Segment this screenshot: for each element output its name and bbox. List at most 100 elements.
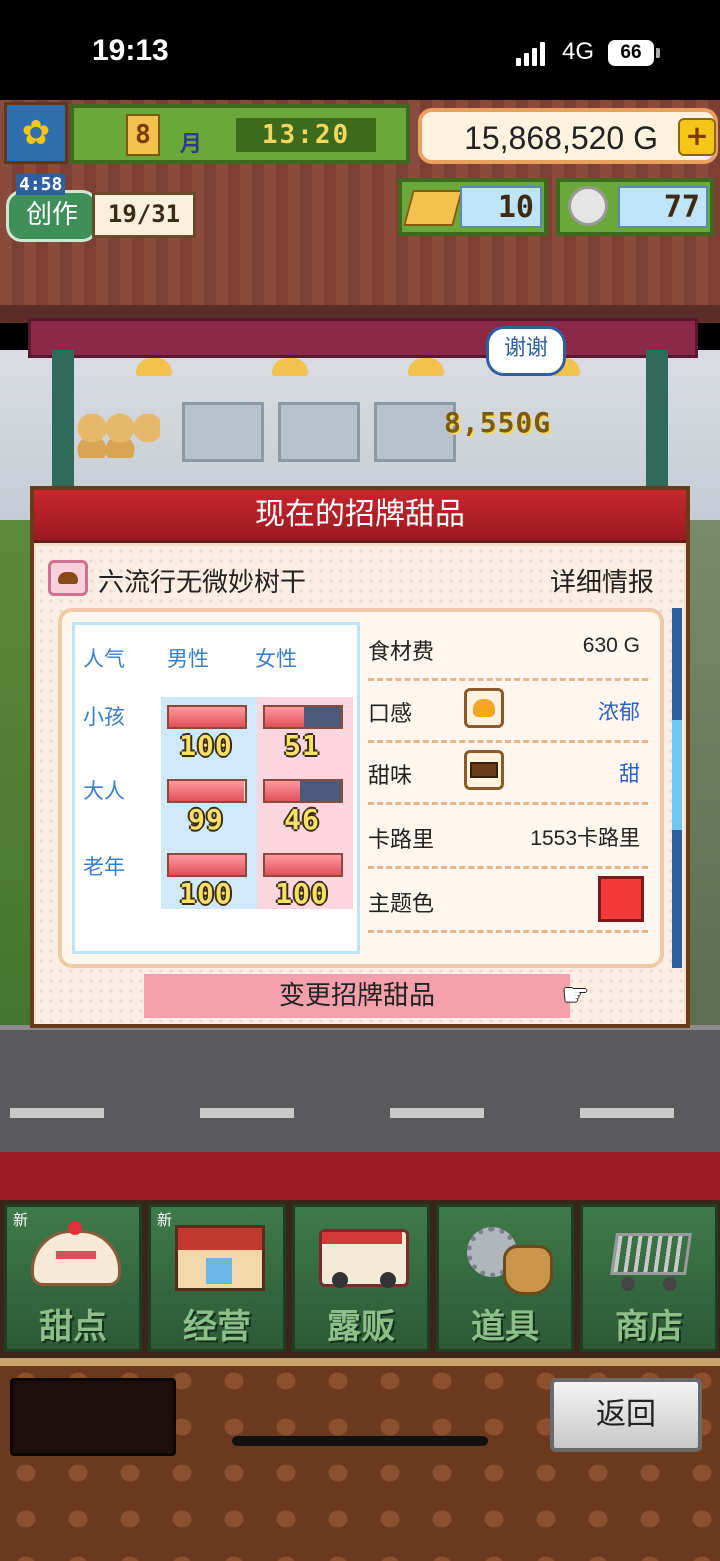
medal-count: 77 [618,186,708,228]
popularity-table: 人气 男性 女性 小孩 100 51 大人 99 46 老年 100 100 [72,622,360,954]
road-marking [200,1108,294,1118]
theme-color-row: 主题色 [368,872,648,933]
menu-store-button[interactable]: 商店 [580,1204,718,1352]
popularity-value: 99 [188,803,224,836]
status-bar: 19:13 4G 66 [0,0,720,100]
gold-bar-icon [403,190,463,226]
medal-counter[interactable]: 77 [556,178,714,236]
cake-icon [31,1221,121,1295]
menu-label: 甜点 [39,1307,107,1347]
month-number: 8 [126,114,160,156]
lamp-icon [136,358,172,376]
popularity-value: 46 [284,803,320,836]
gold-bar-count: 10 [460,186,542,228]
calorie-value: 1553卡路里 [530,827,640,850]
menu-street-stall-button[interactable]: 露贩 [292,1204,430,1352]
scroll-thumb[interactable] [672,720,682,830]
cost-row: 食材费 630 G [368,620,648,681]
network-type: 4G [562,38,595,65]
menu-management-button[interactable]: 新 经营 [148,1204,286,1352]
shopping-cart-icon [607,1221,697,1295]
create-timer: 4:58 [16,174,66,195]
calorie-row: 卡路里 1553卡路里 [368,808,648,869]
new-badge: 新 [157,1211,173,1229]
dialog-body: 六流行无微妙树干 详细情报 人气 男性 女性 小孩 100 51 大人 99 4… [36,546,684,1024]
dessert-name: 六流行无微妙树干 [98,568,307,598]
dessert-icon [48,560,88,596]
popularity-value: 100 [179,877,233,910]
change-signature-dessert-button[interactable]: 变更招牌甜品 [144,974,570,1018]
status-time: 19:13 [92,34,169,67]
gear-bag-icon [463,1221,553,1295]
road-marking [390,1108,484,1118]
menu-top-band [0,1152,720,1200]
cost-value: 630 G [582,634,640,657]
display-case [182,402,264,462]
detail-info-link[interactable]: 详细情报 [550,562,654,599]
pointing-hand-icon: ☛ [562,978,589,1013]
popularity-gauge [167,779,247,803]
sunflower-icon[interactable]: ✿ [4,102,68,164]
popularity-gauge [263,853,343,877]
display-case [278,402,360,462]
menu-items-button[interactable]: 道具 [436,1204,574,1352]
texture-row: 口感 浓郁 [368,682,648,743]
menu-dessert-button[interactable]: 新 甜点 [4,1204,142,1352]
texture-value: 浓郁 [598,700,640,724]
shop-column-right [646,350,668,500]
road [0,1030,720,1155]
popularity-gauge [263,705,343,729]
dialog-scrollbar[interactable] [672,608,682,968]
female-column-header: 女性 [255,647,297,671]
create-count: 19/31 [92,192,196,238]
bread-display [72,410,160,458]
texture-label: 口感 [368,702,413,727]
menu-label: 经营 [183,1307,251,1347]
row-label: 大人 [83,779,125,803]
sweetness-label: 甜味 [368,764,413,789]
speech-bubble: 谢谢 [486,326,566,376]
create-button[interactable]: 创作 [6,190,98,242]
gold-amount: 15,868,520 G [464,120,658,156]
theme-color-swatch [598,876,644,922]
popularity-value: 51 [284,729,320,762]
road-marking [580,1108,674,1118]
empty-slot [10,1378,176,1456]
row-label: 小孩 [83,705,125,729]
sweetness-row: 甜味 甜 [368,744,648,805]
sale-amount: 8,550G [444,406,552,439]
popularity-value: 100 [179,729,233,762]
sweetness-value: 甜 [619,762,640,786]
medal-icon [568,186,608,226]
texture-icon [464,688,504,728]
row-label: 老年 [83,855,125,879]
signature-dessert-dialog: 现在的招牌甜品 六流行无微妙树干 详细情报 人气 男性 女性 小孩 100 51 [30,486,690,1028]
battery-tip [656,48,660,58]
game-clock: 13:20 [236,118,376,152]
shop-icon [175,1221,265,1295]
popularity-gauge [263,779,343,803]
cost-label: 食材费 [368,640,435,665]
menu-label: 商店 [615,1307,683,1347]
theme-color-label: 主题色 [368,892,435,917]
calorie-label: 卡路里 [368,828,435,853]
dialog-title: 现在的招牌甜品 [34,490,686,543]
home-indicator[interactable] [232,1436,488,1446]
menu-label: 道具 [471,1307,539,1347]
road-marking [10,1108,104,1118]
signal-icon [516,42,550,66]
lamp-icon [408,358,444,376]
back-button[interactable]: 返回 [550,1378,702,1452]
gold-bar-counter[interactable]: 10 [398,178,548,236]
sweetness-icon [464,750,504,790]
menu-label: 露贩 [327,1307,395,1347]
lamp-icon [272,358,308,376]
date-panel: 8 月 13:20 [70,104,410,164]
add-gold-button[interactable]: + [678,118,716,156]
male-column-header: 男性 [167,647,209,671]
month-label: 月 [180,132,203,157]
battery-icon: 66 [608,40,654,66]
game-view[interactable]: ✿ 8 月 13:20 15,868,520 G + 创作 4:58 19/31… [0,100,720,1561]
popularity-gauge [167,853,247,877]
popularity-value: 100 [275,877,329,910]
